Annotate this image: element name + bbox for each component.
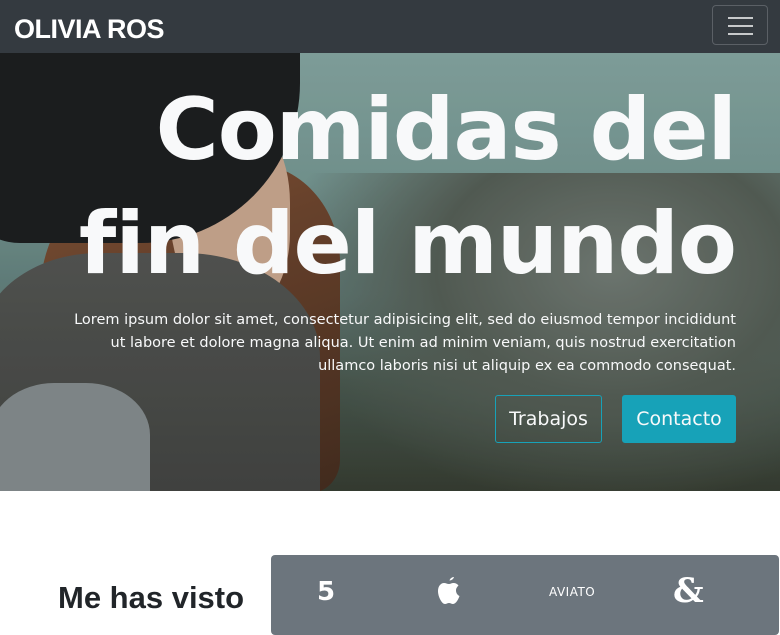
hero-title-line-2: fin del mundo [78, 194, 737, 294]
hero-section: Comidas del fin del mundo Lorem ipsum do… [0, 53, 780, 491]
navbar-toggle-button[interactable] [712, 5, 768, 45]
five-logo-icon: 5 [317, 577, 336, 607]
hero-title: Comidas del fin del mundo [36, 73, 737, 301]
brand-logo[interactable]: OLIVIA ROS [14, 12, 165, 46]
contacto-button[interactable]: Contacto [622, 395, 736, 443]
ampersand-logo-icon: & [673, 571, 704, 611]
aviato-logo-icon: AVIATO [549, 585, 596, 599]
hero-title-line-1: Comidas del [155, 80, 737, 180]
navbar: OLIVIA ROS [0, 0, 780, 53]
hamburger-menu-icon-bar [728, 33, 753, 35]
apple-logo-icon [438, 577, 460, 604]
hamburger-menu-icon [728, 17, 753, 19]
section-title: Me has visto [58, 580, 245, 615]
trabajos-button[interactable]: Trabajos [495, 395, 602, 443]
hero-description: Lorem ipsum dolor sit amet, consectetur … [74, 312, 736, 374]
client-logos-panel: 5 AVIATO & [271, 555, 779, 635]
hamburger-menu-icon-bar [728, 25, 753, 27]
